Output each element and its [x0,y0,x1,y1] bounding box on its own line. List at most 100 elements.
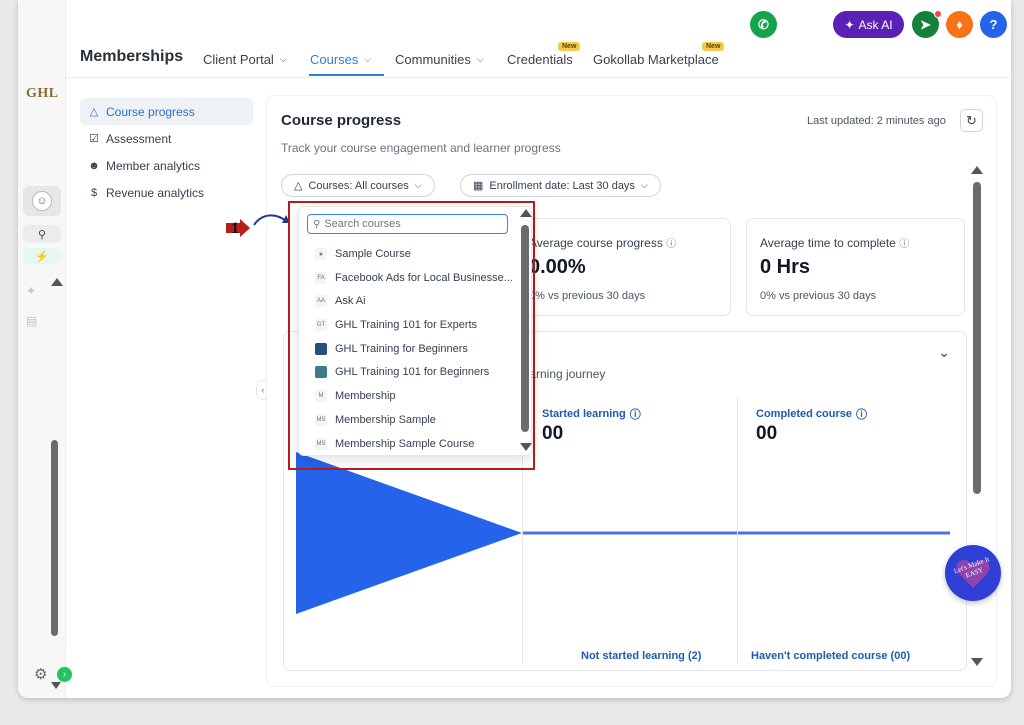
search-icon: ⚲ [313,218,321,230]
course-option[interactable]: ★ Sample Course [315,244,411,264]
chevron-left-icon: ‹ [261,385,265,395]
ask-ai-label: Ask AI [858,17,893,32]
dollar-circle-icon: $ [90,186,98,199]
course-option[interactable]: AA Ask Ai [315,291,366,311]
bolt-icon: ⚡ [35,250,49,263]
search-icon: ⚲ [37,228,47,241]
course-option[interactable]: MS Membership Sample [315,410,436,430]
help-button[interactable]: ? [980,11,1007,38]
course-initials-icon: FA [315,272,327,284]
collapse-chevron-icon[interactable]: ⌄ [938,344,950,361]
card-comparison: 0% vs previous 30 days [760,290,877,302]
stage-started-learning-value: 00 [542,423,564,444]
courses-filter[interactable]: △ Courses: All courses ⌵ [281,174,435,197]
expand-sidebar-button[interactable]: › [57,667,72,682]
card-value: 0 Hrs [760,256,811,278]
users-icon: ☻ [88,159,100,172]
app-window: GHL ☺ ⚲ ⚡ ✦ ▤ ⚙ › Memberships Client Por… [18,0,1011,698]
user-icon: ☺ [32,191,52,211]
notification-dot [934,10,942,18]
course-option-label: Facebook Ads for Local Businesse... [335,272,513,284]
menu-item-revenue-analytics[interactable]: $ Revenue analytics [80,179,253,206]
info-icon: ⓘ [666,239,677,250]
dashboard-icon[interactable]: ▤ [26,314,37,328]
courses-dropdown: ⚲ ★ Sample Course FA Facebook Ads for Lo… [298,206,532,456]
help-icon: ? [989,17,998,32]
menu-item-label: Course progress [106,104,195,119]
helper-badge[interactable]: Let's Make It EASY [945,545,1001,601]
rail-search-button[interactable]: ⚲ [23,225,61,243]
menu-item-label: Member analytics [106,158,201,173]
refresh-icon: ↻ [966,112,977,128]
course-option-label: GHL Training 101 for Experts [335,319,478,331]
ask-ai-button[interactable]: ✦ Ask AI [833,11,904,38]
active-tab-indicator [309,74,384,76]
graduation-cap-icon: △ [294,180,303,192]
not-started-learning-link[interactable]: Not started learning (2) [581,650,701,662]
tab-credentials[interactable]: Credentials [507,52,573,67]
rail-scroll-up-icon[interactable] [51,278,63,286]
tab-label: Gokollab Marketplace [593,52,719,67]
menu-item-label: Revenue analytics [106,185,205,200]
course-thumbnail-icon: ★ [315,248,327,260]
dropdown-scroll-up-icon[interactable] [520,209,532,217]
course-option-label: GHL Training 101 for Beginners [335,366,490,378]
tab-communities[interactable]: Communities ⌵ [395,52,484,67]
rail-quick-actions-button[interactable]: ⚡ [23,248,61,264]
course-option[interactable]: GT GHL Training 101 for Experts [315,315,477,335]
enrollment-date-filter[interactable]: ▦ Enrollment date: Last 30 days ⌵ [460,174,661,197]
course-thumbnail-icon [315,343,327,355]
courses-filter-label: Courses: All courses [308,179,409,192]
tab-courses[interactable]: Courses ⌵ [310,52,371,67]
search-courses-input[interactable] [324,218,495,230]
course-initials-icon: MS [315,414,327,426]
sparkle-icon: ✦ [844,17,855,32]
tab-client-portal[interactable]: Client Portal ⌵ [203,52,287,67]
panel-scroll-down-icon[interactable] [971,658,983,666]
course-initials-icon: MS [315,438,327,450]
course-option-label: GHL Training for Beginners [335,343,468,355]
card-label: Average time to complete ⓘ [760,236,910,250]
search-courses-field[interactable]: ⚲ [307,214,508,234]
notifications-button[interactable]: ♦ [946,11,973,38]
settings-gear-icon[interactable]: ⚙ [34,665,47,683]
refresh-button[interactable]: ↻ [960,109,983,132]
megaphone-icon: ➤ [920,16,931,32]
chevron-down-icon: ⌵ [414,180,422,190]
account-switcher[interactable]: ☺ [23,186,61,216]
dropdown-scroll-down-icon[interactable] [520,443,532,451]
panel-scrollbar[interactable] [973,182,981,494]
launchpad-icon[interactable]: ✦ [26,284,36,298]
rail-scroll-down-icon[interactable] [51,682,61,689]
page-title: Memberships [80,48,184,65]
tab-label: Credentials [507,52,573,67]
graduation-cap-icon: △ [89,106,99,118]
course-option-label: Sample Course [335,248,411,260]
last-updated-text: Last updated: 2 minutes ago [807,115,946,127]
phone-button[interactable]: ✆ [750,11,777,38]
rail-scrollbar[interactable] [51,440,58,636]
menu-item-label: Assessment [106,131,172,146]
havent-completed-course-link[interactable]: Haven't completed course (00) [751,650,910,662]
course-option[interactable]: FA Facebook Ads for Local Businesse... [315,268,513,288]
course-option-label: Ask Ai [335,295,366,307]
menu-item-assessment[interactable]: ☑ Assessment [80,125,253,152]
course-option[interactable]: GHL Training for Beginners [315,339,468,359]
course-option[interactable]: M Membership [315,386,396,406]
course-option[interactable]: GHL Training 101 for Beginners [315,362,489,382]
tab-label: Client Portal [203,52,274,67]
menu-item-member-analytics[interactable]: ☻ Member analytics [80,152,253,179]
course-option[interactable]: MS Membership Sample Course [315,434,474,454]
panel-scroll-up-icon[interactable] [971,166,983,174]
course-option-label: Membership [335,390,396,402]
menu-item-course-progress[interactable]: △ Course progress [80,98,253,125]
card-value: 0.00% [529,256,586,278]
info-icon: ⓘ [855,409,867,421]
info-icon: ⓘ [629,409,641,421]
left-rail: GHL ☺ ⚲ ⚡ ✦ ▤ ⚙ › [18,0,72,698]
dropdown-scrollbar[interactable] [521,225,529,432]
brand-logo: GHL [26,86,59,101]
tab-gokollab-marketplace[interactable]: Gokollab Marketplace [593,52,719,67]
stage-started-learning-label: Started learning ⓘ [542,408,641,421]
clipboard-check-icon: ☑ [89,133,99,145]
